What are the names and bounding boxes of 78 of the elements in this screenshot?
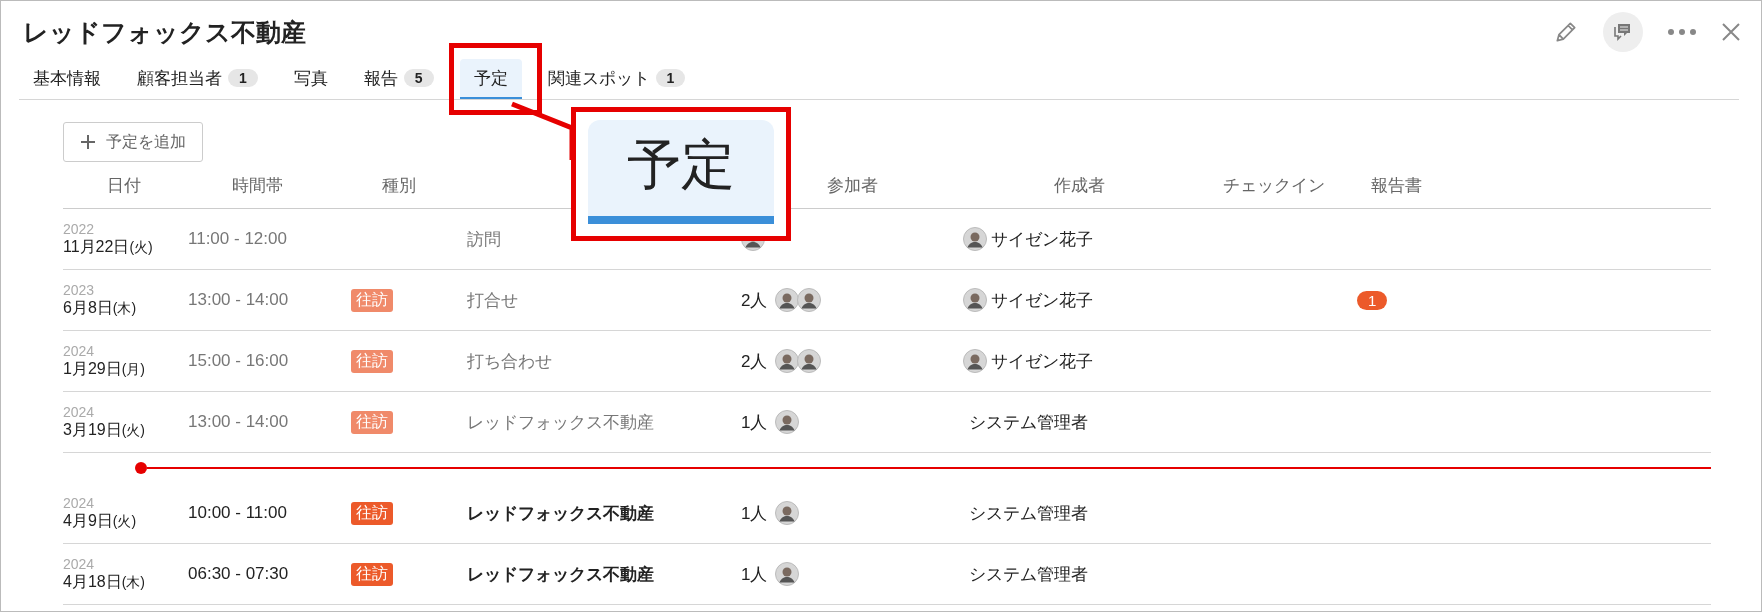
avatar-icon <box>797 349 822 373</box>
tab[interactable]: 関連スポット 1 <box>533 59 700 99</box>
time-range: 13:00 - 14:00 <box>187 290 290 310</box>
column-header: 作成者 <box>1054 175 1105 195</box>
callout-tab-label: 予定 <box>627 133 735 196</box>
time-range: 11:00 - 12:00 <box>187 229 288 249</box>
avatar-icon <box>775 501 800 525</box>
event-title[interactable]: 訪問 <box>467 227 501 251</box>
year-text: 2022 <box>63 220 96 237</box>
participant-count: 2人 <box>741 350 768 373</box>
visit-tag: 往訪 <box>351 562 393 586</box>
column-header: チェックイン <box>1222 175 1325 195</box>
participant-count: 2人 <box>741 289 768 312</box>
column-header: 時間帯 <box>232 175 283 195</box>
visit-tag: 往訪 <box>351 501 393 525</box>
date-text: 11月22日(火) <box>63 236 154 257</box>
creator-name: サイゼン花子 <box>991 228 1093 251</box>
avatar-icon <box>963 349 987 373</box>
close-icon[interactable] <box>1721 22 1741 42</box>
participant-count: 1人 <box>741 563 768 586</box>
tab[interactable]: 顧客担当者 1 <box>123 59 272 99</box>
participant-count: 1人 <box>741 502 768 525</box>
creator-name: システム管理者 <box>969 563 1088 586</box>
add-schedule-button[interactable]: 予定を追加 <box>63 122 203 162</box>
more-icon[interactable] <box>1667 28 1697 36</box>
year-text: 2024 <box>63 494 96 511</box>
year-text: 2024 <box>63 342 96 359</box>
date-text: 3月19日(火) <box>63 419 147 440</box>
tab[interactable]: 基本情報 <box>19 59 115 99</box>
date-text: 1月29日(月) <box>63 358 147 379</box>
avatar-icon <box>775 349 800 373</box>
time-range: 10:00 - 11:00 <box>187 503 288 523</box>
tab[interactable]: 予定 <box>459 59 522 99</box>
avatar-icon <box>963 227 987 251</box>
event-title[interactable]: 打ち合わせ <box>467 349 552 373</box>
plus-icon <box>80 134 96 150</box>
visit-tag: 往訪 <box>351 288 393 312</box>
avatar-icon <box>963 288 987 312</box>
column-header: 種別 <box>382 175 416 195</box>
table-row[interactable]: 2023 6月8日(木) 13:00 - 14:00 往訪 打合せ 2人 サイゼン花子 1 <box>63 270 1711 331</box>
event-title[interactable]: レッドフォックス不動産 <box>467 562 654 586</box>
table-row[interactable]: 2024 4月9日(火) 10:00 - 11:00 往訪 レッドフォックス不動産 1人 システム管理者 <box>63 483 1711 544</box>
count-badge: 5 <box>403 69 434 87</box>
table-row[interactable]: 2024 1月29日(月) 15:00 - 16:00 往訪 打ち合わせ 2人 サイゼン花子 <box>63 331 1711 392</box>
event-title[interactable]: レッドフォックス不動産 <box>467 410 654 434</box>
year-text: 2024 <box>63 555 96 572</box>
table-row[interactable]: 2024 4月18日(木) 06:30 - 07:30 往訪 レッドフォックス不動産 1人 システム管理者 <box>63 544 1711 605</box>
tab[interactable]: 報告 5 <box>349 59 448 99</box>
time-range: 06:30 - 07:30 <box>187 564 290 584</box>
comment-icon[interactable] <box>1603 12 1643 52</box>
table-row[interactable]: 2024 3月19日(火) 13:00 - 14:00 往訪 レッドフォックス不動産 1人 システム管理者 <box>63 392 1711 453</box>
page-title: レッドフォックス不動産 <box>23 16 306 48</box>
time-range: 15:00 - 16:00 <box>187 351 290 371</box>
avatar-icon <box>775 288 800 312</box>
tab[interactable]: 写真 <box>279 59 342 99</box>
visit-tag: 往訪 <box>351 410 393 434</box>
time-range: 13:00 - 14:00 <box>187 412 290 432</box>
avatar-icon <box>775 410 800 434</box>
column-header: 報告書 <box>1370 175 1422 195</box>
date-text: 4月9日(火) <box>63 510 138 531</box>
date-text: 4月18日(木) <box>63 571 147 592</box>
creator-name: サイゼン花子 <box>991 289 1093 312</box>
creator-name: システム管理者 <box>969 411 1088 434</box>
event-title[interactable]: 打合せ <box>467 288 518 312</box>
column-header: 参加者 <box>826 175 878 195</box>
avatar-icon <box>797 288 822 312</box>
column-header: 日付 <box>106 175 141 195</box>
visit-tag: 往訪 <box>351 349 393 373</box>
date-text: 6月8日(木) <box>63 297 138 318</box>
creator-name: サイゼン花子 <box>991 350 1093 373</box>
avatar-icon <box>775 562 800 586</box>
year-text: 2024 <box>63 403 96 420</box>
event-title[interactable]: レッドフォックス不動産 <box>467 501 654 525</box>
participant-count: 1人 <box>741 411 768 434</box>
count-badge: 1 <box>655 69 686 87</box>
creator-name: システム管理者 <box>969 502 1088 525</box>
year-text: 2023 <box>63 281 96 298</box>
count-badge: 1 <box>228 69 258 87</box>
